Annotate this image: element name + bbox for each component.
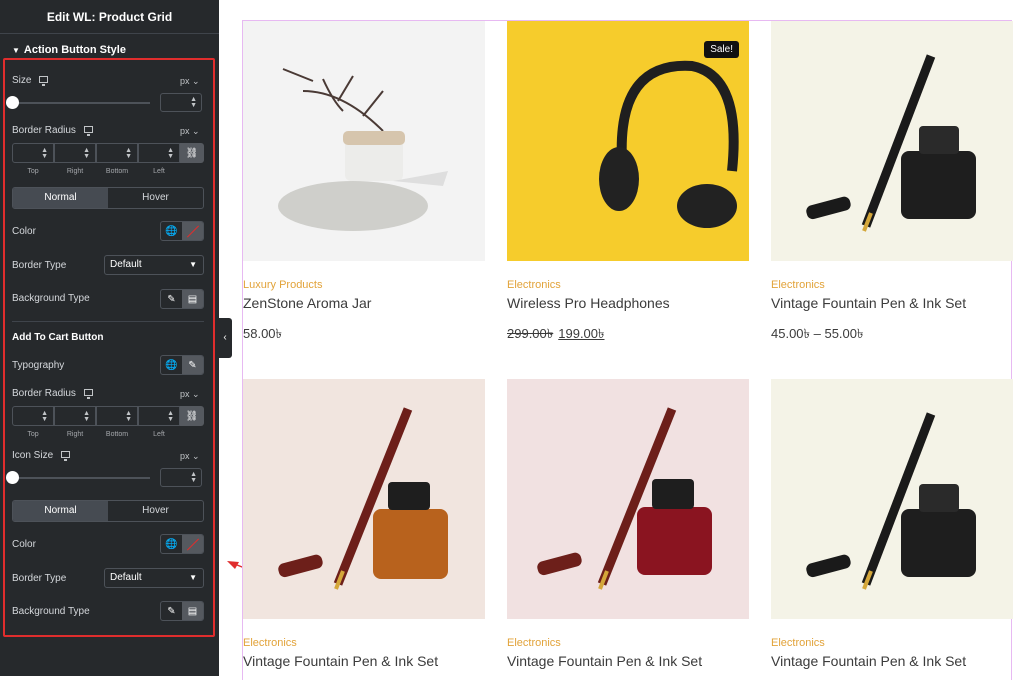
- product-price: 45.00৳ – 55.00৳: [771, 326, 864, 341]
- section-title: Action Button Style: [23, 44, 126, 56]
- product-category[interactable]: Electronics: [243, 637, 485, 649]
- section-toggle[interactable]: ▼ Action Button Style: [12, 44, 126, 56]
- product-image[interactable]: [243, 379, 485, 619]
- sale-price: 199.00৳: [558, 326, 605, 341]
- product-category[interactable]: Electronics: [507, 637, 749, 649]
- product-price: 58.00৳: [243, 326, 283, 341]
- product-image[interactable]: Sale!: [507, 21, 749, 261]
- product-category[interactable]: Luxury Products: [243, 279, 485, 291]
- product-card[interactable]: Electronics Vintage Fountain Pen & Ink S…: [243, 379, 485, 669]
- old-price: 299.00৳: [507, 326, 554, 341]
- product-title[interactable]: ZenStone Aroma Jar: [243, 295, 485, 311]
- product-title[interactable]: Wireless Pro Headphones: [507, 295, 749, 311]
- product-title[interactable]: Vintage Fountain Pen & Ink Set: [243, 653, 485, 669]
- product-title[interactable]: Vintage Fountain Pen & Ink Set: [507, 653, 749, 669]
- product-image[interactable]: [507, 379, 749, 619]
- pen-ink-illustration: [806, 412, 976, 590]
- product-image[interactable]: [771, 379, 1013, 619]
- highlight-box: [3, 58, 215, 637]
- pen-ink-illustration: [537, 407, 712, 590]
- pen-ink-illustration: [806, 54, 976, 232]
- sale-badge: Sale!: [704, 41, 739, 58]
- product-card[interactable]: Sale! Electronics Wireless Pro Headphone…: [507, 21, 749, 346]
- product-title[interactable]: Vintage Fountain Pen & Ink Set: [771, 295, 1013, 311]
- product-category[interactable]: Electronics: [507, 279, 749, 291]
- editor-panel: Edit WL: Product Grid ▼ Action Button Sty…: [0, 0, 219, 676]
- pen-ink-illustration: [278, 407, 448, 590]
- chevron-left-icon[interactable]: ‹: [218, 318, 232, 358]
- product-image[interactable]: [771, 21, 1013, 261]
- product-card[interactable]: Luxury Products ZenStone Aroma Jar 58.00…: [243, 21, 485, 346]
- product-category[interactable]: Electronics: [771, 637, 1013, 649]
- product-card[interactable]: Electronics Vintage Fountain Pen & Ink S…: [507, 379, 749, 669]
- product-card[interactable]: Electronics Vintage Fountain Pen & Ink S…: [771, 379, 1013, 669]
- product-title[interactable]: Vintage Fountain Pen & Ink Set: [771, 653, 1013, 669]
- product-price: 299.00৳ 199.00৳: [507, 325, 749, 346]
- panel-title: Edit WL: Product Grid: [0, 0, 219, 34]
- product-card[interactable]: Electronics Vintage Fountain Pen & Ink S…: [771, 21, 1013, 346]
- aroma-jar-illustration: [278, 68, 448, 231]
- caret-down-icon: ▼: [12, 46, 20, 55]
- product-category[interactable]: Electronics: [771, 279, 1013, 291]
- product-image[interactable]: [243, 21, 485, 261]
- product-grid: Luxury Products ZenStone Aroma Jar 58.00…: [242, 20, 1013, 680]
